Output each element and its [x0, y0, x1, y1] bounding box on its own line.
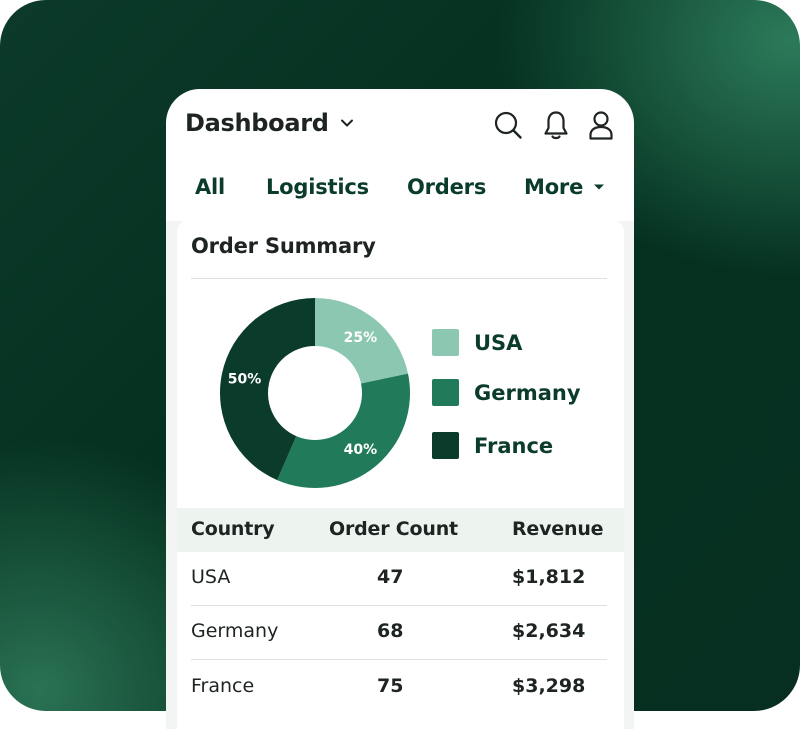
donut-label-germany: 40%	[344, 442, 378, 458]
page-title: Dashboard	[185, 109, 329, 137]
cell-order-count: 68	[377, 620, 404, 642]
bell-icon[interactable]	[540, 109, 572, 141]
donut-chart: 25% 40% 50%	[219, 298, 410, 488]
cell-order-count: 75	[377, 675, 404, 697]
divider	[191, 278, 607, 279]
order-summary-card: Order Summary 25% 40% 50% USA Germany Fran…	[177, 220, 624, 729]
cell-revenue: $2,634	[512, 620, 586, 642]
top-bar: Dashboard	[166, 89, 634, 165]
column-header-revenue: Revenue	[512, 518, 604, 540]
table-row[interactable]: USA 47 $1,812	[177, 552, 624, 606]
row-divider	[191, 659, 607, 660]
column-header-country: Country	[191, 518, 275, 540]
chevron-down-icon	[340, 119, 353, 127]
legend-swatch-germany	[432, 379, 459, 406]
cell-revenue: $1,812	[512, 566, 586, 588]
tab-bar: All Logistics Orders More	[166, 165, 634, 221]
tab-all[interactable]: All	[195, 175, 225, 199]
table-header: Country Order Count Revenue	[177, 508, 624, 552]
donut-label-usa: 25%	[344, 330, 378, 346]
legend-item-germany: Germany	[432, 379, 581, 406]
cell-order-count: 47	[377, 566, 404, 588]
cell-country: France	[191, 675, 255, 697]
legend-label-usa: USA	[474, 330, 523, 355]
dashboard-selector[interactable]: Dashboard	[185, 109, 355, 137]
legend-swatch-france	[432, 432, 459, 459]
cell-country: Germany	[191, 620, 279, 642]
donut-label-france: 50%	[228, 371, 262, 387]
legend-item-france: France	[432, 432, 553, 459]
legend-label-france: France	[474, 433, 554, 458]
donut-slice-germany	[277, 373, 410, 488]
cell-revenue: $3,298	[512, 675, 586, 697]
tab-more[interactable]: More	[524, 175, 605, 199]
table-row[interactable]: France 75 $3,298	[177, 661, 624, 715]
user-icon[interactable]	[585, 109, 617, 141]
caret-down-icon	[594, 184, 605, 190]
phone-screen: Dashboard All Logistics Orders More Orde…	[166, 89, 634, 729]
legend-label-germany: Germany	[474, 380, 581, 405]
legend-swatch-usa	[432, 329, 459, 356]
cell-country: USA	[191, 566, 231, 588]
legend-item-usa: USA	[432, 329, 522, 356]
tab-more-label: More	[524, 175, 584, 199]
tab-logistics[interactable]: Logistics	[266, 175, 369, 199]
search-icon[interactable]	[492, 109, 524, 141]
column-header-order-count: Order Count	[329, 518, 458, 540]
table-row[interactable]: Germany 68 $2,634	[177, 606, 624, 660]
card-title: Order Summary	[191, 234, 376, 258]
tab-orders[interactable]: Orders	[407, 175, 486, 199]
